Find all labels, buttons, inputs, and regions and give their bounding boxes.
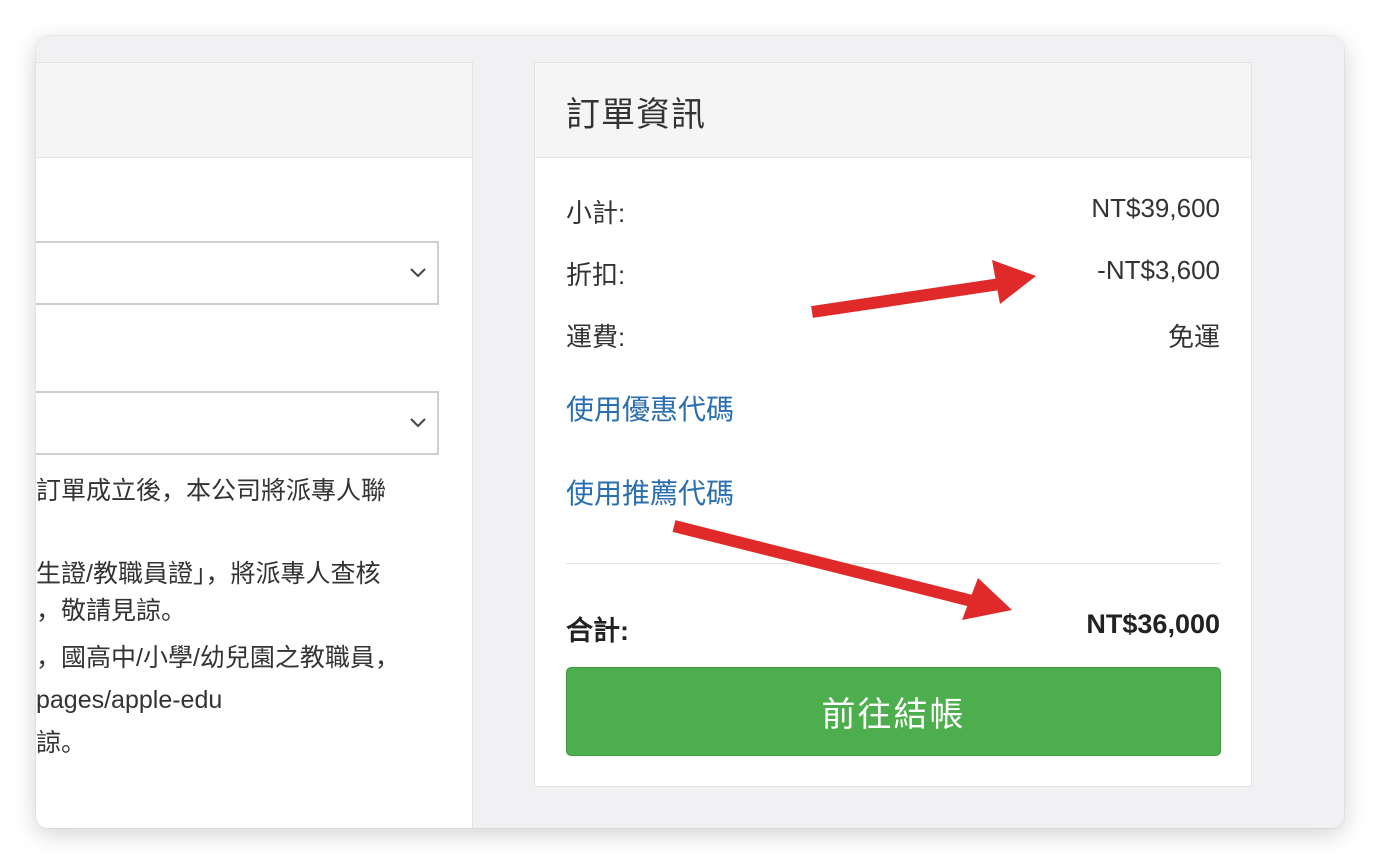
notice-text-line: 諒。 xyxy=(36,729,87,757)
shipping-label: 運費: xyxy=(566,322,626,352)
notice-text-line: ，敬請見諒。 xyxy=(36,597,187,625)
select-dropdown-1[interactable] xyxy=(36,241,439,305)
customer-info-panel-header xyxy=(36,63,472,158)
subtotal-value: NT$39,600 xyxy=(1091,193,1220,223)
total-value: NT$36,000 xyxy=(1086,609,1220,639)
order-info-panel: 訂單資訊 小計: NT$39,600 折扣: -NT$3,600 運費: 免運 … xyxy=(534,62,1252,787)
divider xyxy=(566,563,1221,564)
referral-code-link[interactable]: 使用推薦代碼 xyxy=(566,472,734,512)
notice-text-line: 生證/教職員證」，將派專人查核 xyxy=(36,560,381,588)
notice-text-line: ，國高中/小學/幼兒園之教職員， xyxy=(36,644,400,672)
coupon-code-link[interactable]: 使用優惠代碼 xyxy=(566,388,734,428)
chevron-down-icon xyxy=(410,268,426,278)
customer-info-panel: 訂單成立後，本公司將派專人聯 生證/教職員證」，將派專人查核 ，敬請見諒。 ，國… xyxy=(36,62,473,828)
discount-label: 折扣: xyxy=(566,260,626,290)
total-label: 合計: xyxy=(566,616,629,646)
shipping-value: 免運 xyxy=(1167,322,1220,352)
chevron-down-icon xyxy=(410,418,426,428)
notice-text-line: 訂單成立後，本公司將派專人聯 xyxy=(36,477,387,505)
discount-value: -NT$3,600 xyxy=(1097,255,1220,285)
panel-title: 訂單資訊 xyxy=(566,96,706,134)
subtotal-label: 小計: xyxy=(566,198,626,228)
browser-window: 訂單成立後，本公司將派專人聯 生證/教職員證」，將派專人查核 ，敬請見諒。 ，國… xyxy=(36,36,1344,828)
notice-link-text[interactable]: pages/apple-edu xyxy=(36,685,222,715)
select-dropdown-2[interactable] xyxy=(36,391,439,455)
checkout-button[interactable]: 前往結帳 xyxy=(566,667,1221,756)
order-info-header: 訂單資訊 xyxy=(535,63,1251,158)
